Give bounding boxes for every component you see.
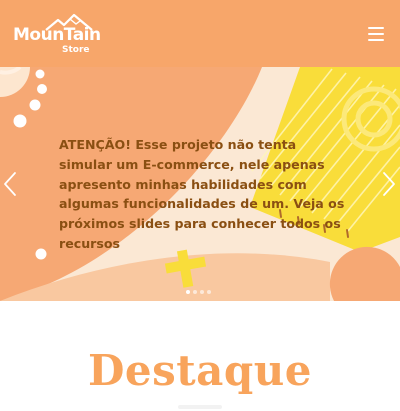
hero-carousel: ATENÇÃO! Esse projeto não tenta simular … (0, 67, 400, 301)
section-title: Destaque (87, 346, 313, 395)
hero-message: ATENÇÃO! Esse projeto não tenta simular … (59, 137, 345, 251)
hamburger-menu-icon (368, 26, 384, 29)
carousel-indicators (186, 290, 211, 294)
carousel-dot-2[interactable] (193, 290, 197, 294)
logo-title: MounTain (13, 24, 101, 45)
logo-subtitle: Store (62, 44, 90, 55)
carousel-dot-3[interactable] (200, 290, 204, 294)
hamburger-menu-button[interactable] (368, 26, 384, 41)
top-navbar: MounTain Store (0, 0, 400, 67)
carousel-prev-button[interactable] (3, 171, 17, 197)
carousel-dot-4[interactable] (207, 290, 211, 294)
title-divider (178, 405, 222, 409)
carousel-dot-1[interactable] (186, 290, 190, 294)
carousel-next-button[interactable] (382, 171, 396, 197)
chevron-left-icon (4, 172, 16, 196)
chevron-right-icon (383, 172, 395, 196)
logo-link[interactable]: MounTain Store (12, 12, 108, 56)
